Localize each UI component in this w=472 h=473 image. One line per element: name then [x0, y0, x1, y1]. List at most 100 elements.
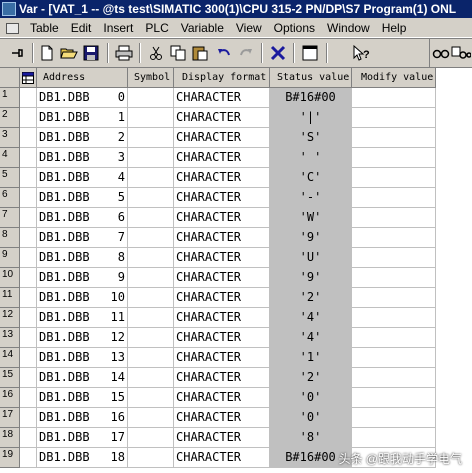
- display-format-cell[interactable]: CHARACTER: [174, 368, 270, 388]
- modify-value-cell[interactable]: [352, 88, 436, 108]
- symbol-cell[interactable]: [128, 308, 174, 328]
- pin-icon[interactable]: [6, 42, 28, 64]
- symbol-cell[interactable]: [128, 408, 174, 428]
- display-format-cell[interactable]: CHARACTER: [174, 208, 270, 228]
- symbol-cell[interactable]: [128, 128, 174, 148]
- address-cell[interactable]: DB1.DBB 11: [37, 308, 128, 328]
- display-format-cell[interactable]: CHARACTER: [174, 88, 270, 108]
- row-marker-cell[interactable]: [20, 428, 37, 448]
- help-pointer-icon[interactable]: ?: [350, 42, 372, 64]
- symbol-cell[interactable]: [128, 248, 174, 268]
- symbol-cell[interactable]: [128, 348, 174, 368]
- menu-edit[interactable]: Edit: [65, 21, 98, 35]
- modify-value-cell[interactable]: [352, 408, 436, 428]
- display-format-cell[interactable]: CHARACTER: [174, 448, 270, 468]
- row-number[interactable]: 14: [0, 348, 20, 368]
- symbol-cell[interactable]: [128, 148, 174, 168]
- table-row[interactable]: 17 DB1.DBB 16 CHARACTER '0': [0, 408, 472, 428]
- symbol-cell[interactable]: [128, 328, 174, 348]
- table-row[interactable]: 12 DB1.DBB 11 CHARACTER '4': [0, 308, 472, 328]
- row-marker-cell[interactable]: [20, 108, 37, 128]
- address-cell[interactable]: DB1.DBB 10: [37, 288, 128, 308]
- table-row[interactable]: 4 DB1.DBB 3 CHARACTER ' ': [0, 148, 472, 168]
- row-marker-cell[interactable]: [20, 388, 37, 408]
- table-row[interactable]: 15 DB1.DBB 14 CHARACTER '2': [0, 368, 472, 388]
- address-cell[interactable]: DB1.DBB 9: [37, 268, 128, 288]
- address-cell[interactable]: DB1.DBB 8: [37, 248, 128, 268]
- row-number[interactable]: 16: [0, 388, 20, 408]
- cut-icon[interactable]: [145, 42, 167, 64]
- row-marker-cell[interactable]: [20, 128, 37, 148]
- header-display-format[interactable]: Display format: [174, 68, 270, 88]
- address-cell[interactable]: DB1.DBB 15: [37, 388, 128, 408]
- symbol-cell[interactable]: [128, 428, 174, 448]
- display-format-cell[interactable]: CHARACTER: [174, 388, 270, 408]
- modify-value-cell[interactable]: [352, 148, 436, 168]
- table-row[interactable]: 11 DB1.DBB 10 CHARACTER '2': [0, 288, 472, 308]
- open-folder-icon[interactable]: [58, 42, 80, 64]
- modify-value-cell[interactable]: [352, 128, 436, 148]
- row-marker-cell[interactable]: [20, 248, 37, 268]
- display-format-cell[interactable]: CHARACTER: [174, 428, 270, 448]
- title-bar[interactable]: Var - [VAT_1 -- @ts test\SIMATIC 300(1)\…: [0, 0, 472, 18]
- row-marker-cell[interactable]: [20, 208, 37, 228]
- address-cell[interactable]: DB1.DBB 17: [37, 428, 128, 448]
- display-format-cell[interactable]: CHARACTER: [174, 268, 270, 288]
- corner-header[interactable]: [0, 68, 20, 88]
- row-marker-cell[interactable]: [20, 188, 37, 208]
- table-row[interactable]: 18 DB1.DBB 17 CHARACTER '8': [0, 428, 472, 448]
- modify-value-cell[interactable]: [352, 248, 436, 268]
- table-row[interactable]: 8 DB1.DBB 7 CHARACTER '9': [0, 228, 472, 248]
- save-icon[interactable]: [80, 42, 102, 64]
- modify-value-cell[interactable]: [352, 228, 436, 248]
- table-row[interactable]: 16 DB1.DBB 15 CHARACTER '0': [0, 388, 472, 408]
- row-marker-cell[interactable]: [20, 368, 37, 388]
- modify-value-cell[interactable]: [352, 388, 436, 408]
- row-number[interactable]: 8: [0, 228, 20, 248]
- glasses-icon[interactable]: [430, 42, 452, 64]
- row-number[interactable]: 19: [0, 448, 20, 468]
- modify-value-cell[interactable]: [352, 188, 436, 208]
- display-format-cell[interactable]: CHARACTER: [174, 168, 270, 188]
- row-number[interactable]: 4: [0, 148, 20, 168]
- row-marker-cell[interactable]: [20, 448, 37, 468]
- address-cell[interactable]: DB1.DBB 2: [37, 128, 128, 148]
- address-cell[interactable]: DB1.DBB 3: [37, 148, 128, 168]
- menu-view[interactable]: View: [230, 21, 268, 35]
- symbol-cell[interactable]: [128, 268, 174, 288]
- modify-value-cell[interactable]: [352, 428, 436, 448]
- display-format-cell[interactable]: CHARACTER: [174, 148, 270, 168]
- row-marker-cell[interactable]: [20, 288, 37, 308]
- symbol-cell[interactable]: [128, 388, 174, 408]
- row-marker-cell[interactable]: [20, 148, 37, 168]
- menu-plc[interactable]: PLC: [139, 21, 174, 35]
- symbol-cell[interactable]: [128, 448, 174, 468]
- symbol-cell[interactable]: [128, 228, 174, 248]
- header-status-value[interactable]: Status value: [270, 68, 352, 88]
- table-row[interactable]: 13 DB1.DBB 12 CHARACTER '4': [0, 328, 472, 348]
- display-format-cell[interactable]: CHARACTER: [174, 308, 270, 328]
- app-icon[interactable]: [2, 2, 16, 16]
- table-row[interactable]: 1 DB1.DBB 0 CHARACTER B#16#00: [0, 88, 472, 108]
- modify-value-cell[interactable]: [352, 328, 436, 348]
- address-cell[interactable]: DB1.DBB 18: [37, 448, 128, 468]
- address-cell[interactable]: DB1.DBB 6: [37, 208, 128, 228]
- display-format-cell[interactable]: CHARACTER: [174, 228, 270, 248]
- table-row[interactable]: 14 DB1.DBB 13 CHARACTER '1': [0, 348, 472, 368]
- menu-window[interactable]: Window: [321, 21, 376, 35]
- row-marker-cell[interactable]: [20, 328, 37, 348]
- delete-x-icon[interactable]: [267, 42, 289, 64]
- address-cell[interactable]: DB1.DBB 1: [37, 108, 128, 128]
- row-number[interactable]: 18: [0, 428, 20, 448]
- menu-insert[interactable]: Insert: [97, 21, 139, 35]
- modify-value-cell[interactable]: [352, 288, 436, 308]
- display-format-cell[interactable]: CHARACTER: [174, 108, 270, 128]
- modify-value-cell[interactable]: [352, 168, 436, 188]
- table-row[interactable]: 3 DB1.DBB 2 CHARACTER 'S': [0, 128, 472, 148]
- document-window-icon[interactable]: [4, 21, 20, 35]
- header-symbol[interactable]: Symbol: [128, 68, 174, 88]
- symbol-cell[interactable]: [128, 88, 174, 108]
- symbol-cell[interactable]: [128, 188, 174, 208]
- new-file-icon[interactable]: [36, 42, 58, 64]
- glasses-monitor-icon[interactable]: [450, 42, 472, 64]
